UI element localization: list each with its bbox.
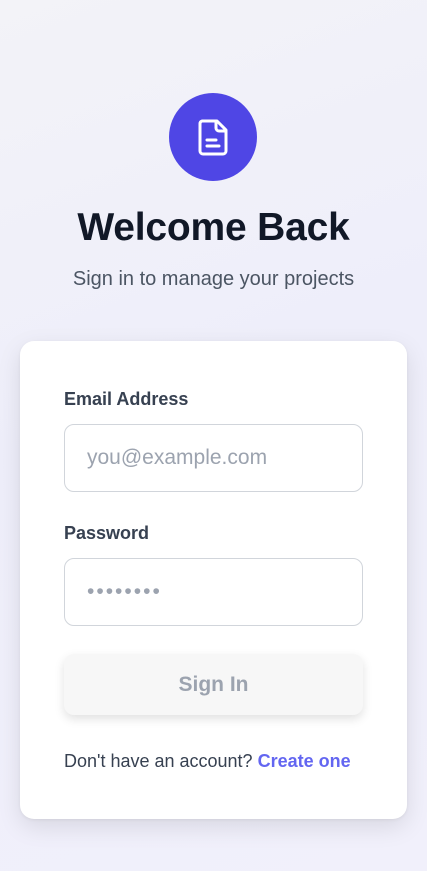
- signup-prompt-text: Don't have an account?: [64, 751, 253, 771]
- document-icon: [198, 119, 228, 156]
- email-field[interactable]: [64, 424, 363, 492]
- create-account-link[interactable]: Create one: [258, 751, 351, 771]
- password-label: Password: [64, 523, 150, 543]
- page-subtitle: Sign in to manage your projects: [72, 268, 355, 290]
- page-title: Welcome Back: [77, 206, 350, 249]
- sign-in-button[interactable]: Sign In: [64, 654, 363, 715]
- signup-prompt: Don't have an account? Create one: [64, 751, 363, 772]
- email-label: Email Address: [64, 389, 189, 409]
- login-card: Email Address Password Sign In Don't hav…: [20, 341, 407, 819]
- password-field[interactable]: [64, 558, 363, 626]
- logo-badge: [169, 93, 257, 181]
